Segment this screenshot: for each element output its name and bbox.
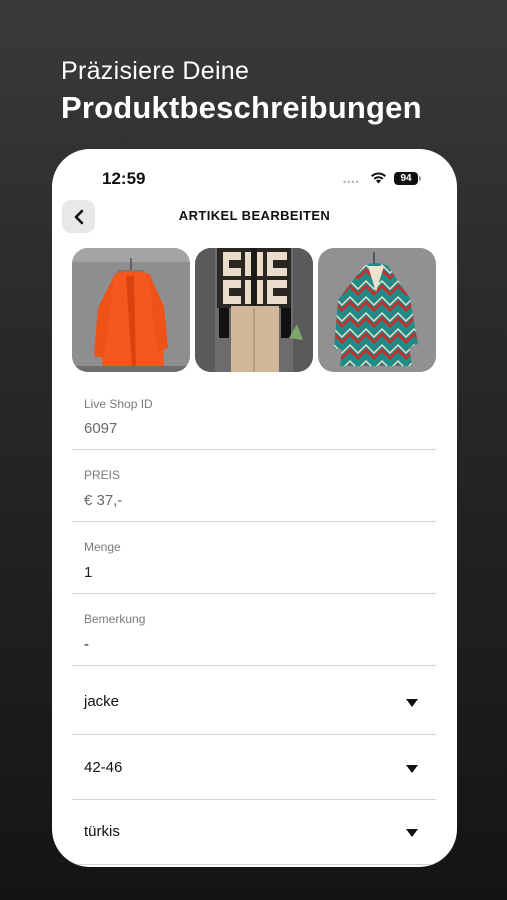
remark-field[interactable]: Bemerkung - [72,594,436,666]
photo-gallery [72,248,436,372]
orange-cardigan-photo-icon [72,248,190,372]
quantity-label: Menge [84,540,121,554]
battery-icon: 94 [394,172,418,185]
size-select[interactable]: 42-46 [72,735,436,800]
phone-screen: 12:59 •••• 94 ARTIKEL BEARBEITEN Live Sh… [52,149,457,867]
shop-id-field[interactable]: Live Shop ID 6097 [72,381,436,450]
patterned-jacket-photo-icon [195,248,313,372]
remark-label: Bemerkung [84,612,146,626]
quantity-value: 1 [84,564,93,581]
caret-down-icon [406,829,418,837]
color-select[interactable]: türkis [72,800,436,865]
category-select-value: jacke [84,693,120,710]
status-time: 12:59 [102,169,146,188]
headline: Präzisiere Deine Produktbeschreibungen [61,54,422,128]
product-photo-1[interactable] [72,248,190,372]
price-value: € 37,- [84,492,123,509]
chevron-coat-photo-icon [318,248,436,372]
shop-id-label: Live Shop ID [84,397,153,411]
category-select[interactable]: jacke [72,666,436,735]
page-title: ARTIKEL BEARBEITEN [178,208,331,223]
price-field[interactable]: PREIS € 37,- [72,450,436,522]
shop-id-value: 6097 [84,420,118,437]
cellular-signal-icon: •••• [343,177,360,187]
headline-subtitle: Präzisiere Deine [61,57,250,85]
remark-value: - [84,636,89,653]
nav-bar: ARTIKEL BEARBEITEN [52,199,457,235]
caret-down-icon [406,765,418,773]
product-photo-3[interactable] [318,248,436,372]
price-label: PREIS [84,468,121,482]
quantity-field[interactable]: Menge 1 [72,522,436,594]
color-select-value: türkis [84,823,120,840]
wifi-icon [371,172,386,184]
caret-down-icon [406,699,418,707]
size-select-value: 42-46 [84,759,123,776]
product-photo-2[interactable] [195,248,313,372]
headline-title: Produktbeschreibungen [61,90,422,125]
battery-cap [419,176,421,181]
status-bar: 12:59 •••• 94 [52,149,457,205]
